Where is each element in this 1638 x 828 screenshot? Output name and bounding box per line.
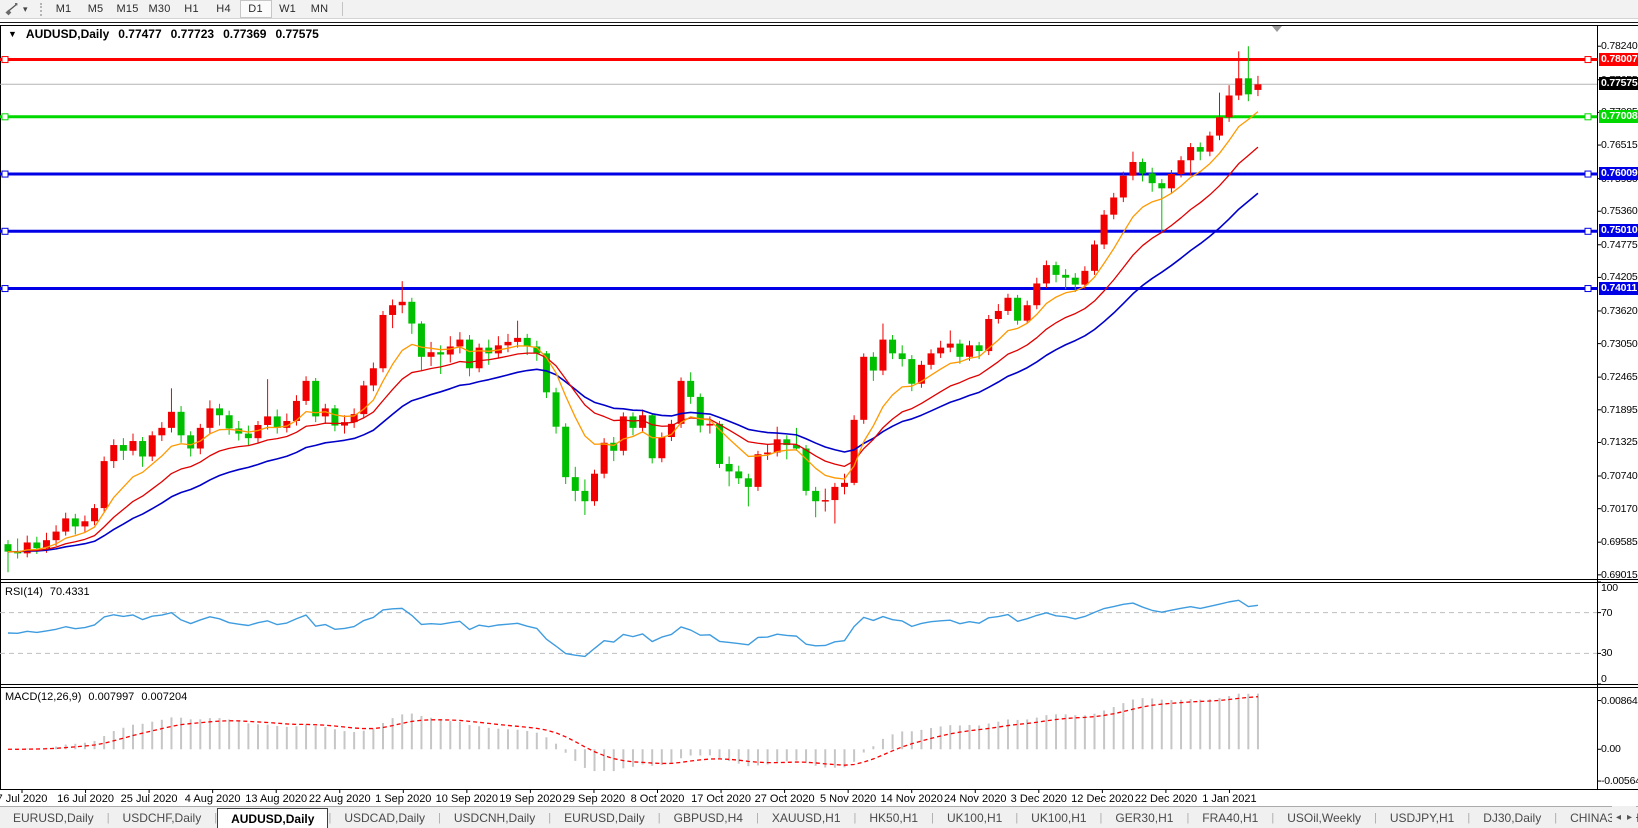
toolbar-grip	[40, 3, 42, 16]
timeframe-buttons: M1M5M15M30H1H4D1W1MN	[48, 0, 336, 18]
timeframe-button-d1[interactable]: D1	[240, 0, 272, 18]
chevron-down-icon[interactable]: ▾	[23, 1, 28, 17]
chart-tab-uk100-h1[interactable]: UK100,H1	[1018, 808, 1099, 828]
chart-tabs: EURUSD,Daily|USDCHF,Daily|AUDUSD,Daily|U…	[0, 808, 1638, 828]
timeframe-button-m5[interactable]: M5	[80, 0, 112, 18]
chart-window: ▼ AUDUSD,Daily 0.77477 0.77723 0.77369 0…	[0, 22, 1638, 807]
trendline-tool-button[interactable]: ▾	[0, 1, 32, 17]
chart-tab-eurusd-daily[interactable]: EURUSD,Daily	[551, 808, 658, 828]
chart-tab-dj30-daily[interactable]: DJ30,Daily	[1470, 808, 1554, 828]
tabs-scroll-left-button[interactable]: ◂	[1616, 812, 1621, 823]
chart-tab-usdjpy-h1[interactable]: USDJPY,H1	[1377, 808, 1467, 828]
timeframe-button-h1[interactable]: H1	[176, 0, 208, 18]
trading-platform-window: ▾ M1M5M15M30H1H4D1W1MN ▼ AUDUSD,Daily 0.…	[0, 0, 1638, 828]
timeframe-button-m1[interactable]: M1	[48, 0, 80, 18]
chart-tab-gbpusd-h4[interactable]: GBPUSD,H4	[661, 808, 756, 828]
chart-tab-usdcad-daily[interactable]: USDCAD,Daily	[331, 808, 438, 828]
timeframe-button-m15[interactable]: M15	[112, 0, 144, 18]
chart-tab-eurusd-daily[interactable]: EURUSD,Daily	[0, 808, 107, 828]
chart-tab-ger30-h1[interactable]: GER30,H1	[1102, 808, 1186, 828]
chart-tab-fra40-h1[interactable]: FRA40,H1	[1189, 808, 1271, 828]
tab-scroll-buttons: ◂ ▸	[1612, 806, 1636, 828]
chart-tab-usdchf-daily[interactable]: USDCHF,Daily	[110, 808, 215, 828]
chart-tab-xauusd-h1[interactable]: XAUUSD,H1	[759, 808, 854, 828]
tabs-scroll-right-button[interactable]: ▸	[1627, 812, 1632, 823]
trendline-tool-icon	[4, 2, 20, 16]
chart-tab-audusd-daily[interactable]: AUDUSD,Daily	[217, 808, 328, 828]
chart-tab-uk100-h1[interactable]: UK100,H1	[934, 808, 1015, 828]
timeframe-button-w1[interactable]: W1	[272, 0, 304, 18]
chart-tab-usdcnh-daily[interactable]: USDCNH,Daily	[441, 808, 548, 828]
toolbar: ▾ M1M5M15M30H1H4D1W1MN	[0, 0, 1638, 19]
chart-tab-bar: EURUSD,Daily|USDCHF,Daily|AUDUSD,Daily|U…	[0, 806, 1638, 828]
toolbar-separator	[342, 2, 343, 16]
chart-canvas[interactable]	[0, 23, 1638, 807]
chart-tab-usoil-weekly[interactable]: USOil,Weekly	[1274, 808, 1374, 828]
timeframe-button-mn[interactable]: MN	[304, 0, 336, 18]
timeframe-button-m30[interactable]: M30	[144, 0, 176, 18]
chart-tab-hk50-h1[interactable]: HK50,H1	[856, 808, 931, 828]
timeframe-button-h4[interactable]: H4	[208, 0, 240, 18]
